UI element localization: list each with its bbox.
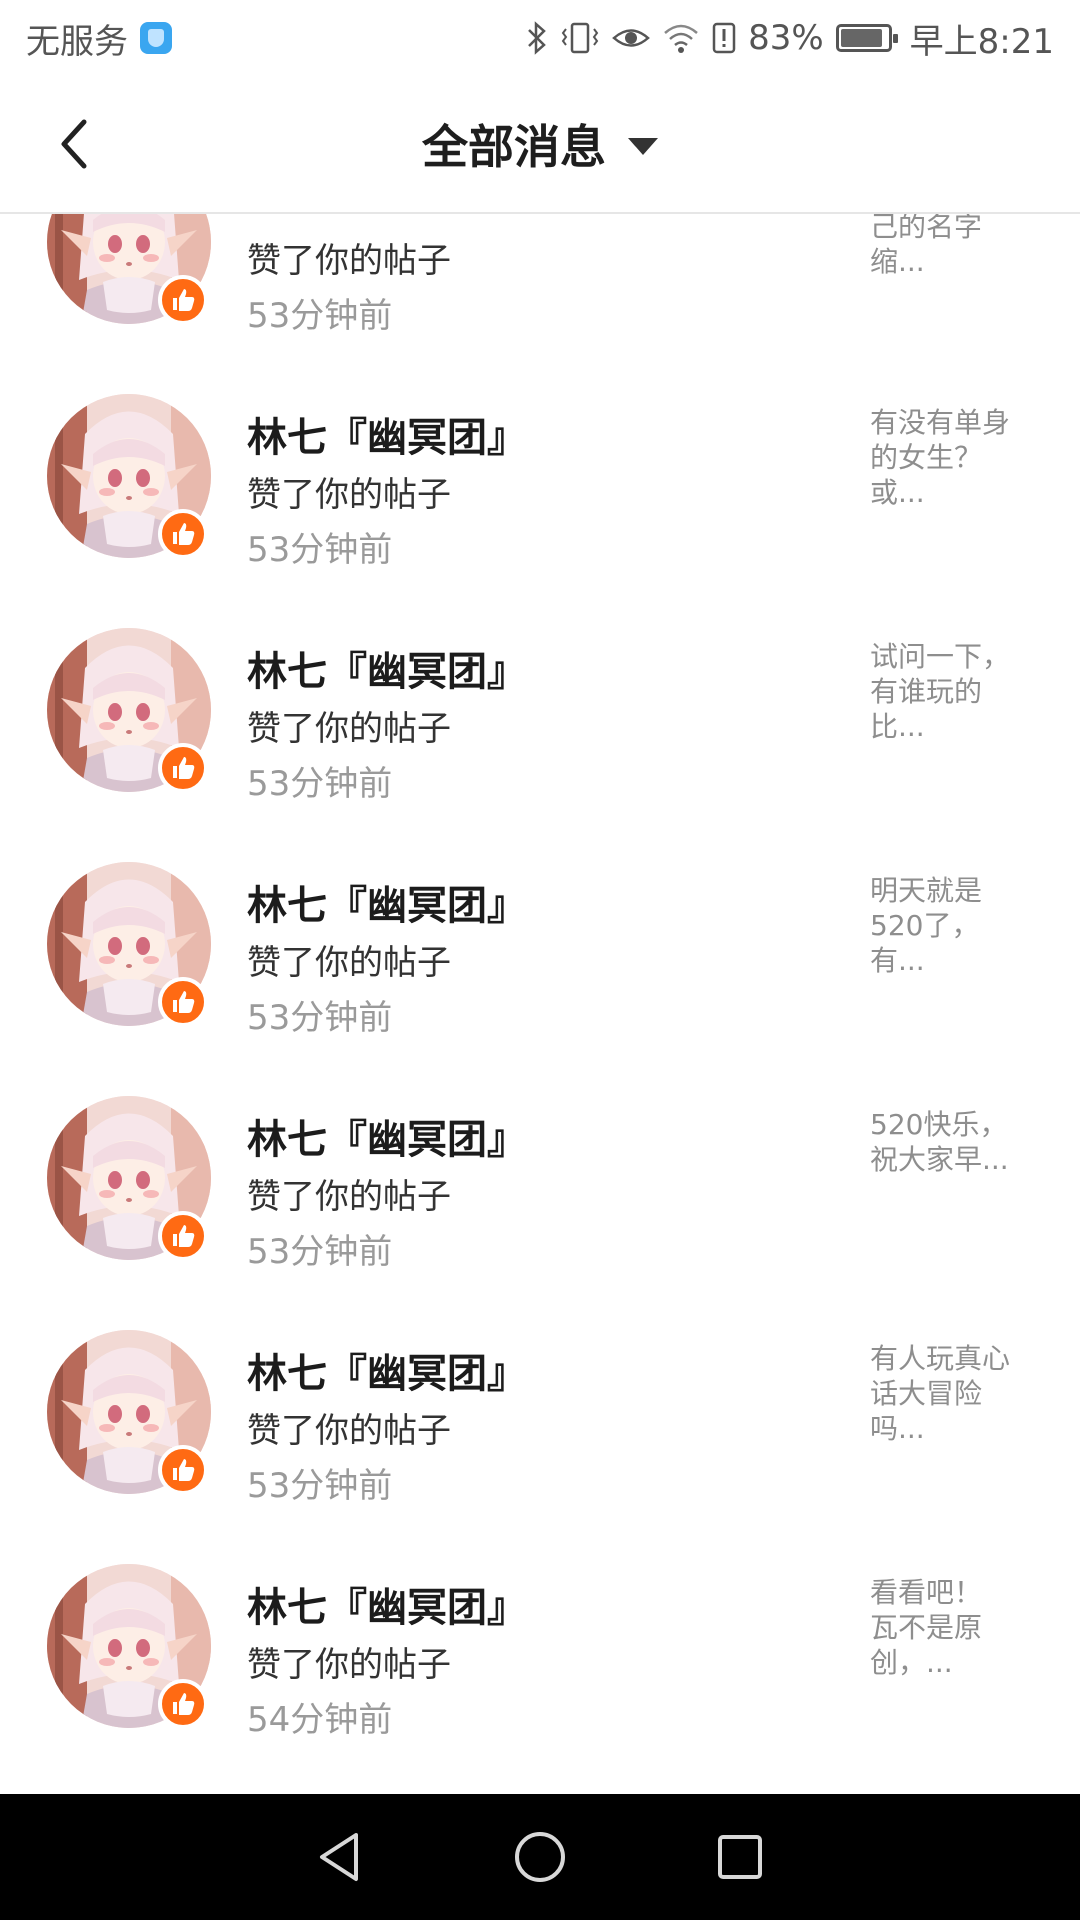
post-preview-line: 瓦不是原 [870, 1611, 983, 1644]
action-text: 赞了你的帖子 [247, 1411, 451, 1451]
post-preview[interactable]: 看看吧！ 瓦不是原 创，... [870, 1575, 1020, 1680]
action-text: 赞了你的帖子 [247, 475, 451, 515]
action-text: 赞了你的帖子 [247, 943, 451, 983]
top-app-bar: 全部消息 [0, 76, 1080, 214]
post-preview-line: 明天就是 [870, 874, 983, 907]
action-text: 赞了你的帖子 [247, 1177, 451, 1217]
nav-recents-button[interactable] [705, 1822, 775, 1892]
message-item[interactable]: 赞了你的帖子 53分钟前 己的名字 缩... [0, 214, 1080, 365]
caret-down-icon [628, 137, 658, 155]
post-preview-line: 祝大家早... [870, 1143, 1009, 1176]
status-left: 无服务 [26, 14, 172, 63]
page-title: 全部消息 [422, 120, 606, 174]
post-preview[interactable]: 试问一下， 有谁玩的 比... [870, 639, 1020, 744]
post-preview-line: 看看吧！ [870, 1576, 983, 1609]
post-preview-line: 或... [870, 476, 925, 509]
message-item[interactable]: 林七『幽冥团』赞了你的帖子 54分钟前 看看吧！ 瓦不是原 创，... [0, 1535, 1080, 1769]
battery-percent: 83% [748, 18, 824, 58]
thumbs-up-icon [158, 743, 208, 793]
message-filter-dropdown[interactable]: 全部消息 [422, 111, 658, 177]
timestamp: 54分钟前 [247, 1700, 393, 1740]
home-circle-icon [515, 1832, 565, 1882]
post-preview-line: 有谁玩的 [870, 675, 983, 708]
action-text: 赞了你的帖子 [247, 709, 451, 749]
status-right: 83% 早上8:21 [526, 14, 1054, 63]
back-triangle-icon [320, 1833, 358, 1881]
battery-fill [840, 29, 883, 47]
post-preview-line: 520快乐， [870, 1108, 1008, 1141]
back-button[interactable] [44, 114, 104, 174]
sender-name[interactable]: 林七『幽冥团』 [247, 1575, 527, 1633]
post-preview[interactable]: 明天就是 520了， 有... [870, 873, 1020, 978]
timestamp: 53分钟前 [247, 1466, 393, 1506]
post-preview-line: 有人玩真心 [870, 1342, 1011, 1375]
thumbs-up-icon [158, 977, 208, 1027]
bluetooth-icon [526, 21, 548, 55]
chevron-left-icon [61, 119, 87, 169]
wifi-icon [662, 21, 700, 55]
eye-icon [612, 21, 650, 55]
post-preview[interactable]: 有没有单身 的女生？ 或... [870, 405, 1020, 510]
post-preview[interactable]: 有人玩真心 话大冒险 吗... [870, 1341, 1020, 1446]
thumbs-up-icon [158, 1445, 208, 1495]
post-preview-line: 的女生？ [870, 441, 983, 474]
post-preview-line: 520了， [870, 909, 980, 942]
timestamp: 53分钟前 [247, 998, 393, 1038]
post-preview-line: 有... [870, 944, 925, 977]
post-preview-line: 有没有单身 [870, 406, 1011, 439]
thumbs-up-icon [158, 1211, 208, 1261]
status-bar: 无服务 83% 早上8:21 [0, 0, 1080, 76]
nav-home-button[interactable] [505, 1822, 575, 1892]
thumbs-up-icon [158, 509, 208, 559]
battery-icon [835, 24, 898, 52]
post-preview[interactable]: 己的名字 缩... [870, 214, 1020, 279]
timestamp: 53分钟前 [247, 1232, 393, 1272]
timestamp: 53分钟前 [247, 764, 393, 804]
sender-name[interactable]: 林七『幽冥团』 [247, 1107, 527, 1165]
sender-name[interactable]: 林七『幽冥团』 [247, 1341, 527, 1399]
vibrate-icon [560, 21, 600, 55]
post-preview[interactable]: 520快乐， 祝大家早... [870, 1107, 1020, 1177]
action-text: 赞了你的帖子 [247, 1645, 451, 1685]
carrier-label: 无服务 [26, 21, 128, 62]
nav-back-button[interactable] [305, 1822, 375, 1892]
post-preview-line: 试问一下， [870, 640, 1011, 673]
system-navigation-bar [0, 1794, 1080, 1920]
sender-name[interactable]: 林七『幽冥团』 [247, 873, 527, 931]
post-preview-line: 己的名字 [870, 214, 983, 243]
post-preview-line: 吗... [870, 1412, 925, 1445]
message-list[interactable]: 赞了你的帖子 53分钟前 己的名字 缩... 林七『幽冥团』 赞了你的帖子 53分钟前 有没… [0, 214, 1080, 1794]
action-text: 赞了你的帖子 [247, 241, 451, 281]
sender-name[interactable]: 林七『幽冥团』 [247, 639, 527, 697]
recents-square-icon [718, 1835, 762, 1879]
message-item[interactable]: 林七『幽冥团』赞了你的帖子 53分钟前 明天就是 520了， 有... [0, 833, 1080, 1067]
message-item[interactable]: 林七『幽冥团』赞了你的帖子 53分钟前 有没有单身 的女生？ 或... [0, 365, 1080, 599]
message-item[interactable]: 林七『幽冥团』赞了你的帖子 53分钟前 试问一下， 有谁玩的 比... [0, 599, 1080, 833]
post-preview-line: 比... [870, 710, 925, 743]
clock: 早上8:21 [909, 21, 1054, 62]
post-preview-line: 缩... [870, 245, 925, 278]
shield-icon [140, 22, 172, 54]
message-item[interactable]: 林七『幽冥团』赞了你的帖子 53分钟前 520快乐， 祝大家早... [0, 1067, 1080, 1301]
post-preview-line: 创，... [870, 1646, 953, 1679]
post-preview-line: 话大冒险 [870, 1377, 983, 1410]
sender-name[interactable]: 林七『幽冥团』 [247, 405, 527, 463]
thumbs-up-icon [158, 1679, 208, 1729]
timestamp: 53分钟前 [247, 530, 393, 570]
timestamp: 53分钟前 [247, 296, 393, 336]
message-item[interactable]: 林七『幽冥团』赞了你的帖子 53分钟前 有人玩真心 话大冒险 吗... [0, 1301, 1080, 1535]
alert-icon [712, 21, 736, 55]
thumbs-up-icon [158, 275, 208, 325]
